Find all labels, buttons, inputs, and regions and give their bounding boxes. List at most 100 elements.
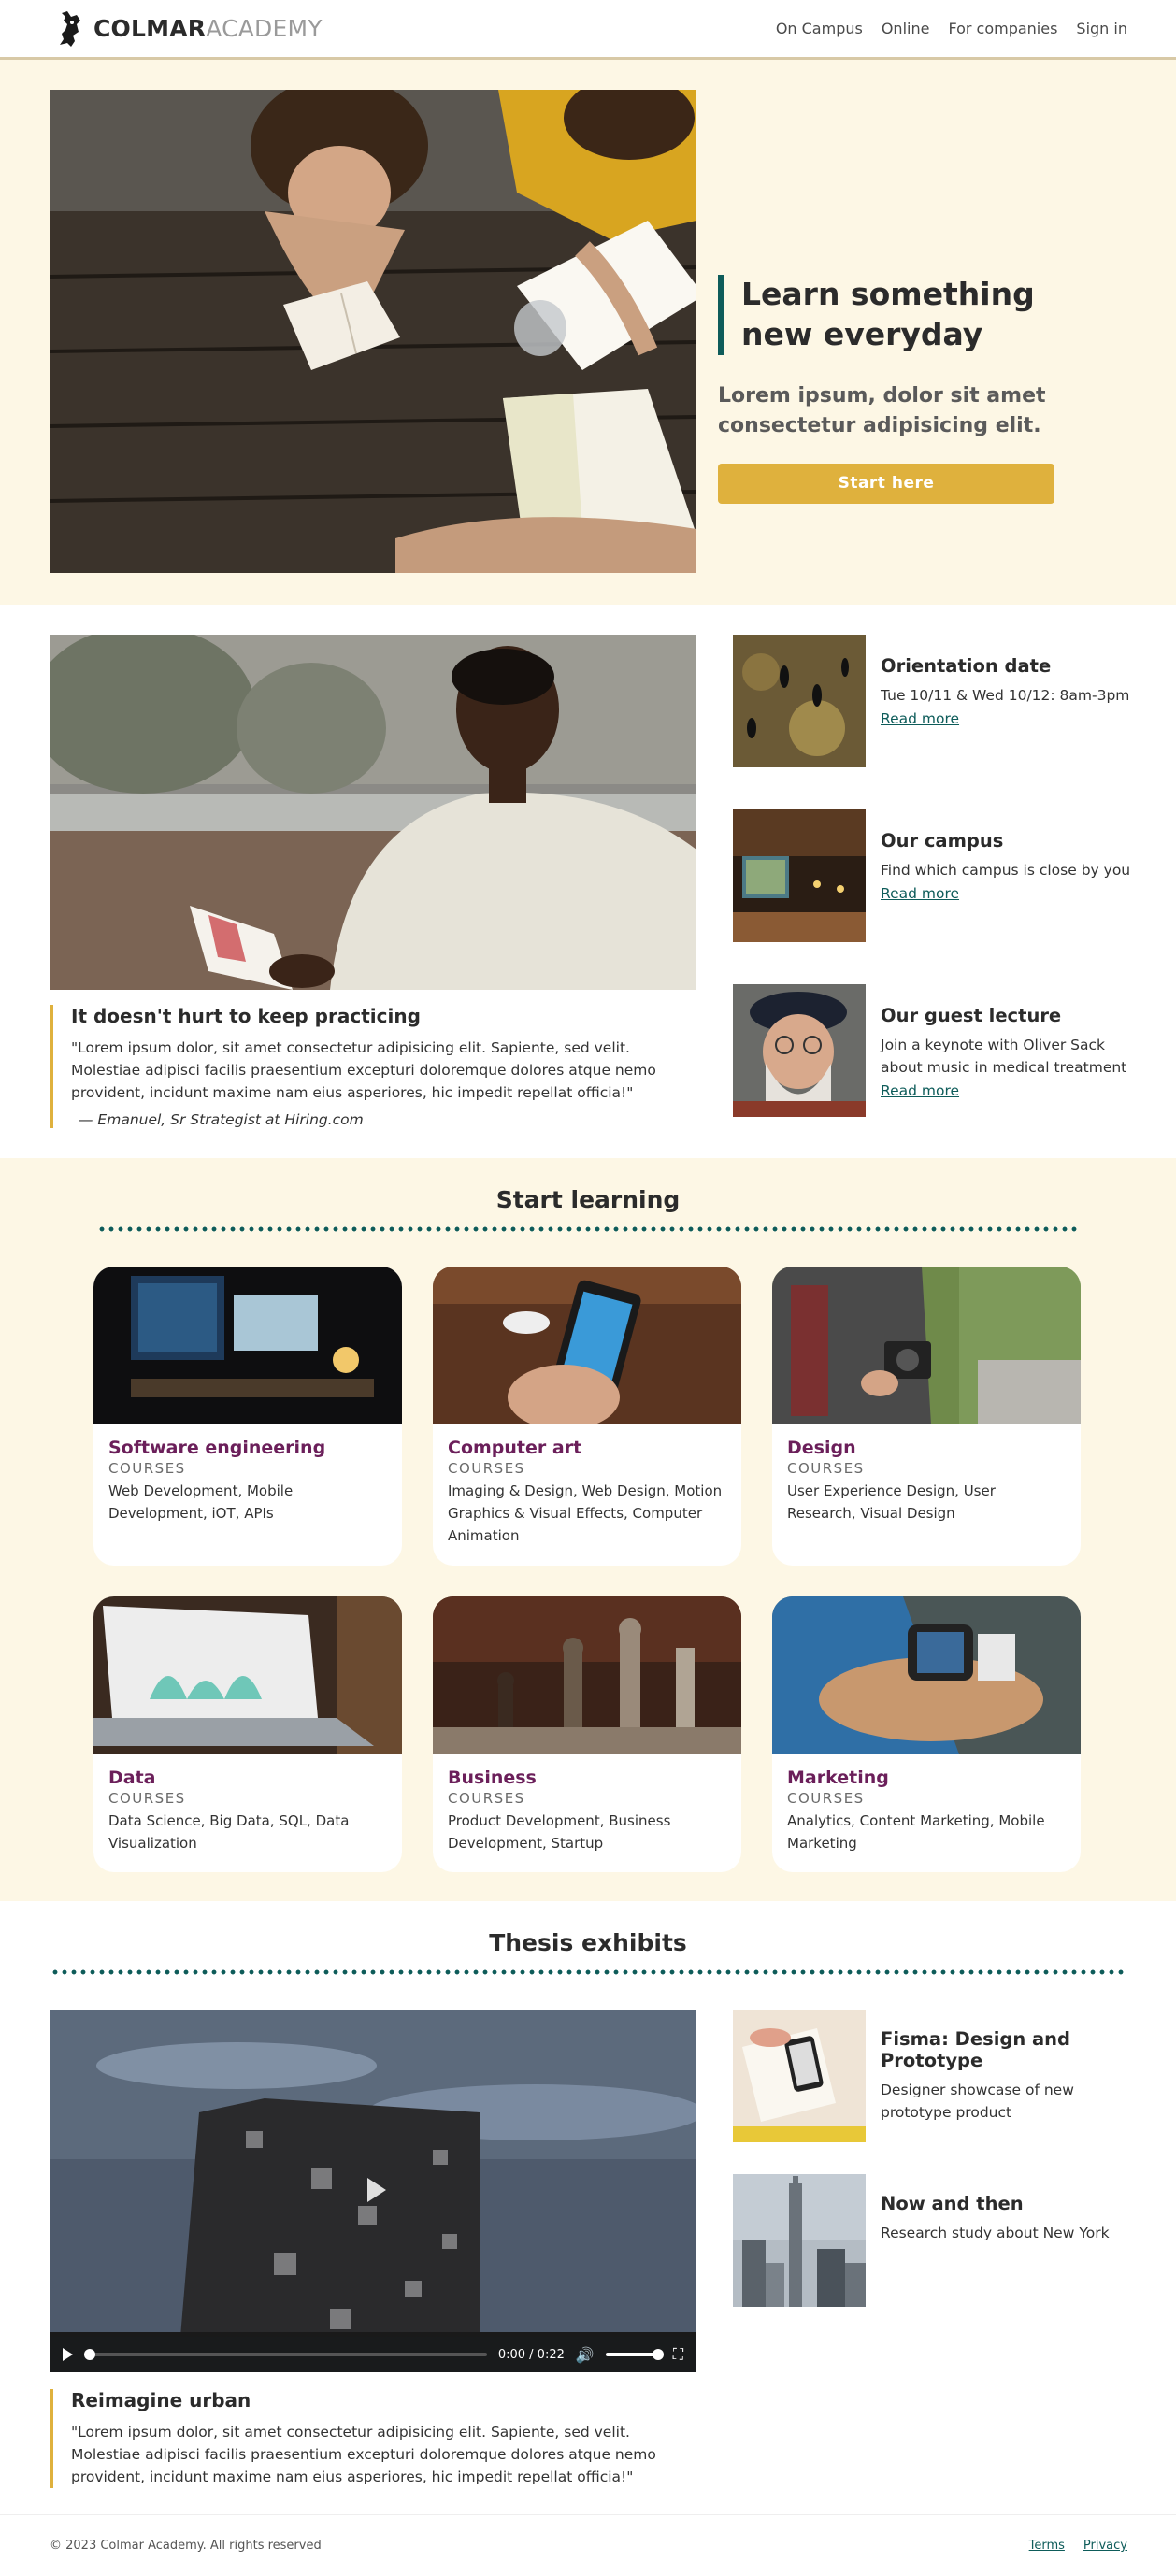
event-title: Our guest lecture: [881, 1005, 1062, 1026]
course-title: Business: [448, 1767, 537, 1788]
event-desc: Tue 10/11 & Wed 10/12: 8am-3pm: [881, 687, 1130, 704]
lion-crest-icon: [60, 10, 80, 47]
event-item: Our campus Find which campus is close by…: [733, 809, 1135, 943]
course-card-body: Computer art COURSES Imaging & Design, W…: [433, 1424, 741, 1560]
main-nav: On Campus Online For companies Sign in: [776, 20, 1127, 37]
volume-icon[interactable]: 🔊: [576, 2346, 595, 2364]
event-item: Orientation date Tue 10/11 & Wed 10/12: …: [733, 635, 1135, 768]
student-reading-image: [50, 635, 696, 990]
course-desc: Data Science, Big Data, SQL, Data Visual…: [108, 1812, 350, 1852]
exhibit-title: Fisma: Design and Prototype: [881, 2028, 1071, 2071]
site-header: COLMARACADEMY On Campus Online For compa…: [0, 0, 1176, 60]
event-title: Orientation date: [881, 655, 1052, 677]
exhibit-desc: Designer showcase of new prototype produ…: [881, 2082, 1074, 2122]
course-desc: Product Development, Business Developmen…: [448, 1812, 671, 1852]
course-card[interactable]: Marketing COURSES Analytics, Content Mar…: [772, 1596, 1081, 1872]
orientation-image: [733, 635, 866, 767]
exhibit-item: Now and then Research study about New Yo…: [733, 2174, 1135, 2307]
course-title: Software engineering: [108, 1438, 326, 1458]
exhibit-info: Fisma: Design and Prototype Designer sho…: [866, 2010, 1135, 2142]
event-info: Our campus Find which campus is close by…: [866, 809, 1130, 943]
nav-online[interactable]: Online: [882, 20, 930, 37]
progress-thumb[interactable]: [84, 2349, 95, 2360]
volume-thumb[interactable]: [652, 2349, 664, 2360]
dotted-divider: [50, 1969, 1126, 1975]
volume-slider[interactable]: [605, 2349, 664, 2360]
course-card[interactable]: Software engineering COURSES Web Develop…: [93, 1267, 402, 1566]
dotted-divider: [97, 1226, 1079, 1232]
video-controls: 0:00 / 0:22 🔊 ⛶: [50, 2337, 696, 2372]
nav-for-companies[interactable]: For companies: [948, 20, 1057, 37]
nav-on-campus[interactable]: On Campus: [776, 20, 863, 37]
course-card-body: Design COURSES User Experience Design, U…: [772, 1424, 1081, 1538]
fullscreen-icon[interactable]: ⛶: [673, 2345, 683, 2364]
logo[interactable]: COLMARACADEMY: [54, 9, 323, 49]
business-chess-image: [433, 1596, 741, 1754]
thesis-quote-title: Reimagine urban: [71, 2389, 251, 2411]
nav-sign-in[interactable]: Sign in: [1076, 20, 1127, 37]
logo-bold: COLMAR: [93, 15, 207, 42]
course-desc: User Experience Design, User Research, V…: [787, 1482, 996, 1522]
course-desc: Analytics, Content Marketing, Mobile Mar…: [787, 1812, 1045, 1852]
read-more-link[interactable]: Read more: [881, 710, 959, 727]
start-here-button[interactable]: Start here: [718, 463, 1054, 504]
course-card[interactable]: Computer art COURSES Imaging & Design, W…: [433, 1267, 741, 1566]
testimonial-title: It doesn't hurt to keep practicing: [71, 1005, 421, 1027]
new-york-image: [733, 2174, 866, 2307]
design-image: [772, 1267, 1081, 1424]
campus-image: [733, 809, 866, 942]
event-info: Our guest lecture Join a keynote with Ol…: [866, 984, 1135, 1118]
course-title: Design: [787, 1438, 856, 1458]
events-list: Orientation date Tue 10/11 & Wed 10/12: …: [733, 635, 1135, 1159]
event-desc: Find which campus is close by you: [881, 862, 1131, 879]
event-item: Our guest lecture Join a keynote with Ol…: [733, 984, 1135, 1118]
exhibit-item: Fisma: Design and Prototype Designer sho…: [733, 2010, 1135, 2142]
course-title: Data: [108, 1767, 156, 1788]
thesis-quote: Reimagine urban "Lorem ipsum dolor, sit …: [50, 2389, 696, 2489]
course-card[interactable]: Business COURSES Product Development, Bu…: [433, 1596, 741, 1872]
testimonial-author: — Emanuel, Sr Strategist at Hiring.com: [79, 1111, 364, 1129]
start-learning-section: Start learning Software engineering COUR…: [0, 1158, 1176, 1901]
read-more-link[interactable]: Read more: [881, 885, 959, 902]
guest-lecturer-image: [733, 984, 866, 1117]
course-title: Computer art: [448, 1438, 582, 1458]
exhibit-title: Now and then: [881, 2193, 1024, 2214]
data-image: [93, 1596, 402, 1754]
video-time: 0:00 / 0:22: [497, 2347, 565, 2362]
testimonial-quote: "Lorem ipsum dolor, sit amet consectetur…: [71, 1039, 656, 1102]
section-title: Start learning: [495, 1186, 681, 1213]
site-footer: © 2023 Colmar Academy. All rights reserv…: [0, 2514, 1176, 2576]
hero-section: Learn something new everyday Lorem ipsum…: [0, 60, 1176, 605]
exhibit-info: Now and then Research study about New Yo…: [866, 2174, 1110, 2307]
event-desc: Join a keynote with Oliver Sack about mu…: [881, 1037, 1127, 1077]
hero-image: [50, 90, 696, 573]
course-card-body: Marketing COURSES Analytics, Content Mar…: [772, 1754, 1081, 1868]
footer-links: Terms Privacy: [1029, 2539, 1127, 2553]
terms-link[interactable]: Terms: [1029, 2539, 1065, 2553]
play-icon[interactable]: [63, 2348, 73, 2361]
event-title: Our campus: [881, 830, 1004, 852]
course-kicker: COURSES: [108, 1790, 186, 1807]
logo-light: ACADEMY: [206, 15, 323, 42]
course-kicker: COURSES: [448, 1790, 525, 1807]
testimonial: It doesn't hurt to keep practicing "Lore…: [50, 1005, 696, 1129]
event-info: Orientation date Tue 10/11 & Wed 10/12: …: [866, 635, 1129, 768]
marketing-smartwatch-image: [772, 1596, 1081, 1754]
video-frame: [50, 2010, 696, 2372]
copyright: © 2023 Colmar Academy. All rights reserv…: [50, 2539, 322, 2553]
course-card[interactable]: Design COURSES User Experience Design, U…: [772, 1267, 1081, 1566]
thesis-exhibits-section: Thesis exhibits 0:00 / 0:22 🔊 ⛶ Reimagin…: [0, 1901, 1176, 2514]
course-desc: Web Development, Mobile Development, iOT…: [108, 1482, 294, 1522]
computer-art-image: [433, 1267, 741, 1424]
video-player[interactable]: 0:00 / 0:22 🔊 ⛶: [50, 2010, 696, 2372]
privacy-link[interactable]: Privacy: [1083, 2539, 1127, 2553]
read-more-link[interactable]: Read more: [881, 1082, 959, 1099]
course-kicker: COURSES: [448, 1460, 525, 1477]
logo-text: COLMARACADEMY: [93, 15, 323, 42]
hero-subtitle: Lorem ipsum, dolor sit amet consectetur …: [718, 383, 1046, 437]
course-kicker: COURSES: [787, 1790, 865, 1807]
course-card[interactable]: Data COURSES Data Science, Big Data, SQL…: [93, 1596, 402, 1872]
thesis-quote-text: "Lorem ipsum dolor, sit amet consectetur…: [71, 2424, 656, 2486]
progress-bar[interactable]: [84, 2349, 487, 2360]
software-engineering-image: [93, 1267, 402, 1424]
